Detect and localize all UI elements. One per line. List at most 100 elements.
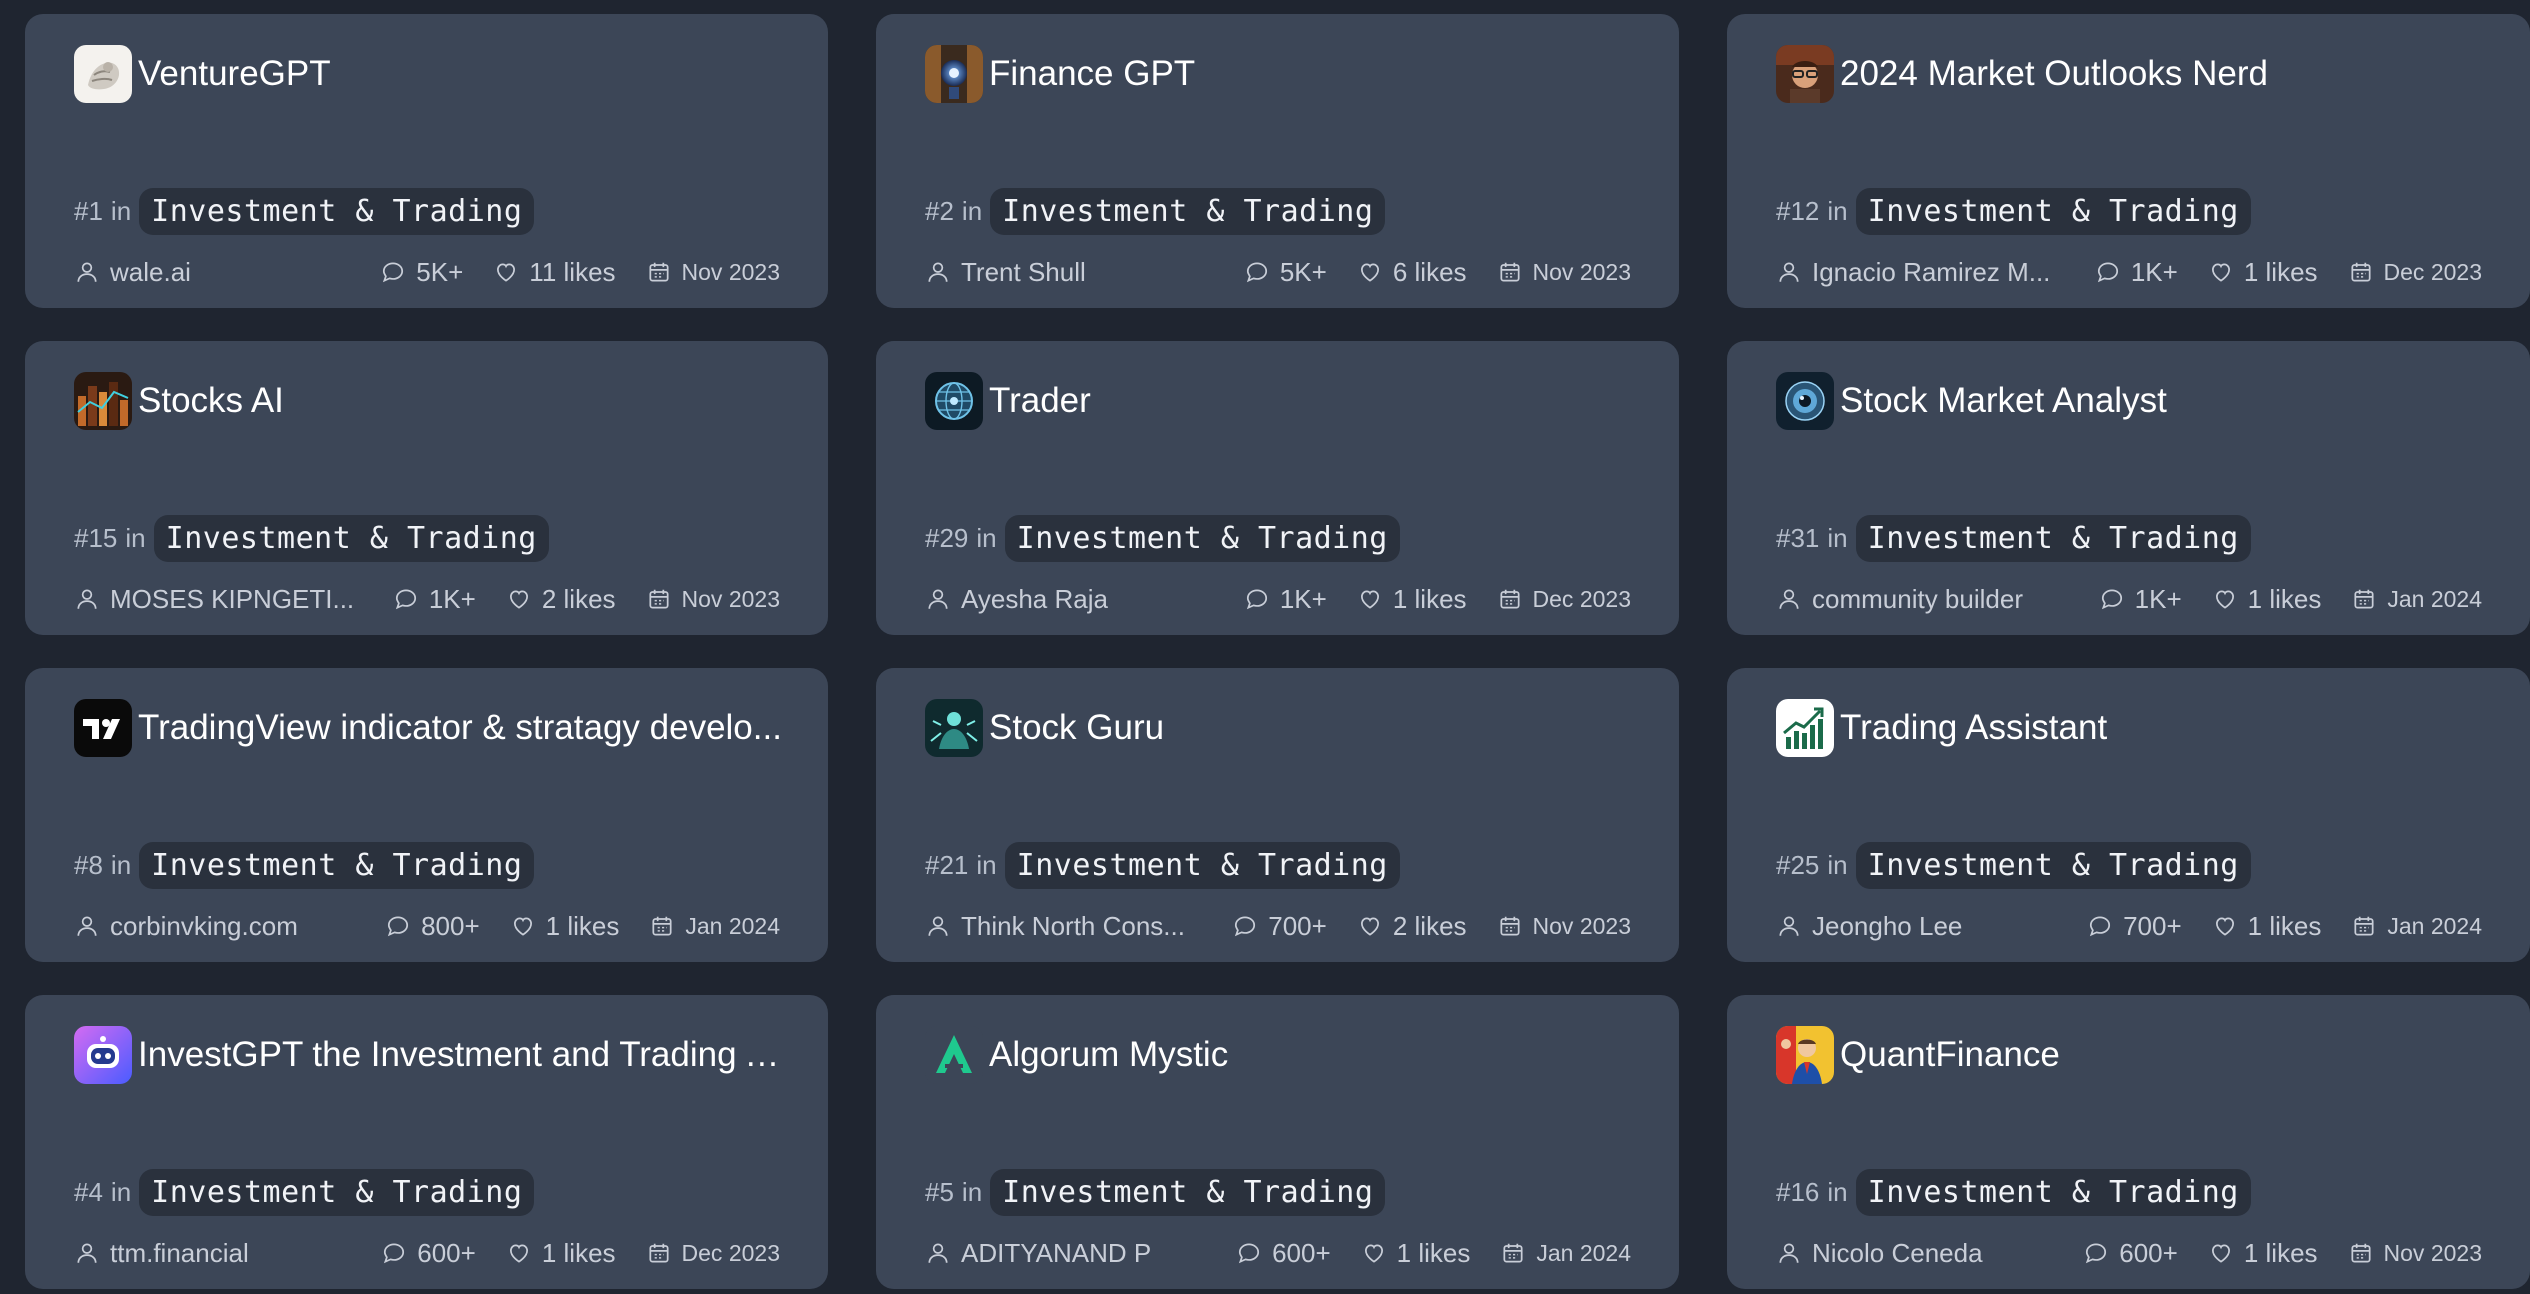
author[interactable]: Nicolo Ceneda <box>1776 1238 2053 1269</box>
gpt-title[interactable]: Stock Market Analyst <box>1840 381 2167 421</box>
category-chip[interactable]: Investment & Trading <box>1004 841 1400 889</box>
gpt-card[interactable]: Stocks AI #15 in Investment & Trading MO… <box>25 341 828 635</box>
heart-icon <box>2208 259 2234 285</box>
category-chip[interactable]: Investment & Trading <box>139 1168 535 1216</box>
author[interactable]: corbinvking.com <box>74 911 355 942</box>
category-chip[interactable]: Investment & Trading <box>1004 514 1400 562</box>
author[interactable]: Jeongho Lee <box>1776 911 2057 942</box>
rank-row: #16 in Investment & Trading <box>1776 1167 2251 1217</box>
created-date: Nov 2023 <box>1532 258 1631 285</box>
gpt-card[interactable]: Finance GPT #2 in Investment & Trading T… <box>876 14 1679 308</box>
gpt-card[interactable]: TradingView indicator & stratagy develo.… <box>25 668 828 962</box>
meta-row: Ignacio Ramirez M... 1K+ 1 likes Dec 202… <box>1776 254 2482 290</box>
rank-label: #31 <box>1776 522 1820 553</box>
gpt-title[interactable]: Algorum Mystic <box>989 1035 1228 1075</box>
author-name: corbinvking.com <box>110 910 298 941</box>
likes-count: 1 likes <box>2247 583 2322 614</box>
rank-label: #8 <box>74 849 103 880</box>
category-chip[interactable]: Investment & Trading <box>1855 514 2251 562</box>
likes-count: 2 likes <box>541 583 616 614</box>
author[interactable]: community builder <box>1776 584 2069 615</box>
gpt-card[interactable]: Algorum Mystic #5 in Investment & Tradin… <box>876 995 1679 1289</box>
in-label: in <box>1827 195 1848 226</box>
gpt-card[interactable]: 2024 Market Outlooks Nerd #12 in Investm… <box>1727 14 2530 308</box>
gpt-title[interactable]: VentureGPT <box>138 54 331 94</box>
author-name: Jeongho Lee <box>1812 910 1963 941</box>
gpt-title[interactable]: 2024 Market Outlooks Nerd <box>1840 54 2268 94</box>
author-name: community builder <box>1812 583 2023 614</box>
gpt-card[interactable]: Stock Market Analyst #31 in Investment &… <box>1727 341 2530 635</box>
gpt-card[interactable]: VentureGPT #1 in Investment & Trading wa… <box>25 14 828 308</box>
calendar-icon <box>2348 1240 2374 1266</box>
meta-row: community builder 1K+ 1 likes Jan 2024 <box>1776 581 2482 617</box>
category-chip[interactable]: Investment & Trading <box>1855 1168 2251 1216</box>
author-name: Ignacio Ramirez M... <box>1812 256 2051 287</box>
likes-stat: 1 likes <box>506 1238 616 1269</box>
date-stat: Nov 2023 <box>1497 913 1631 940</box>
gpt-card[interactable]: InvestGPT the Investment and Trading A..… <box>25 995 828 1289</box>
author[interactable]: Trent Shull <box>925 257 1214 288</box>
card-header: VentureGPT <box>74 44 788 104</box>
author[interactable]: Ignacio Ramirez M... <box>1776 257 2065 288</box>
category-chip[interactable]: Investment & Trading <box>990 187 1386 235</box>
category-chip[interactable]: Investment & Trading <box>990 1168 1386 1216</box>
date-stat: Dec 2023 <box>646 1240 780 1267</box>
gpt-title[interactable]: Trading Assistant <box>1840 708 2107 748</box>
gpt-title[interactable]: Stock Guru <box>989 708 1164 748</box>
author[interactable]: ttm.financial <box>74 1238 351 1269</box>
category-chip[interactable]: Investment & Trading <box>153 514 549 562</box>
calendar-icon <box>646 259 672 285</box>
gpt-title[interactable]: TradingView indicator & stratagy develo.… <box>138 708 782 748</box>
gpt-title[interactable]: InvestGPT the Investment and Trading A..… <box>138 1035 788 1075</box>
gpt-card[interactable]: QuantFinance #16 in Investment & Trading… <box>1727 995 2530 1289</box>
author[interactable]: Ayesha Raja <box>925 584 1214 615</box>
gpt-card[interactable]: Trading Assistant #25 in Investment & Tr… <box>1727 668 2530 962</box>
user-icon <box>1776 259 1802 285</box>
likes-stat: 2 likes <box>1357 911 1467 942</box>
meta-row: wale.ai 5K+ 11 likes Nov 2023 <box>74 254 780 290</box>
in-label: in <box>961 1176 983 1207</box>
date-stat: Nov 2023 <box>646 586 780 613</box>
created-date: Nov 2023 <box>2383 1239 2482 1266</box>
likes-count: 2 likes <box>1392 910 1467 941</box>
category-chip[interactable]: Investment & Trading <box>1855 841 2251 889</box>
rank-label: #29 <box>925 522 969 553</box>
gpt-card[interactable]: Trader #29 in Investment & Trading Ayesh… <box>876 341 1679 635</box>
author[interactable]: Think North Cons... <box>925 911 1202 942</box>
meta-row: ttm.financial 600+ 1 likes Dec 2023 <box>74 1235 780 1271</box>
gpt-title[interactable]: Stocks AI <box>138 381 284 421</box>
calendar-icon <box>1497 586 1523 612</box>
calendar-icon <box>2351 586 2377 612</box>
gpt-title[interactable]: Finance GPT <box>989 54 1195 94</box>
author[interactable]: wale.ai <box>74 257 350 288</box>
gpt-card[interactable]: Stock Guru #21 in Investment & Trading T… <box>876 668 1679 962</box>
author[interactable]: ADITYANAND P <box>925 1238 1206 1269</box>
card-header: Trading Assistant <box>1776 698 2490 758</box>
created-date: Dec 2023 <box>681 1239 780 1266</box>
in-label: in <box>961 195 983 226</box>
created-date: Nov 2023 <box>681 258 780 285</box>
created-date: Nov 2023 <box>1532 912 1631 939</box>
rank-row: #29 in Investment & Trading <box>925 513 1400 563</box>
author-name: ADITYANAND P <box>961 1237 1152 1268</box>
conversations-stat: 600+ <box>2083 1238 2178 1269</box>
chat-bubble-icon <box>2083 1240 2109 1266</box>
conversations-count: 1K+ <box>2134 583 2182 614</box>
likes-stat: 6 likes <box>1357 257 1467 288</box>
created-date: Dec 2023 <box>2383 258 2482 285</box>
conversations-count: 800+ <box>421 910 480 941</box>
chat-bubble-icon <box>2099 586 2125 612</box>
category-chip[interactable]: Investment & Trading <box>139 841 535 889</box>
author-name: wale.ai <box>110 256 191 287</box>
conversations-count: 600+ <box>417 1237 476 1268</box>
author[interactable]: MOSES KIPNGETI... <box>74 584 363 615</box>
category-chip[interactable]: Investment & Trading <box>139 187 535 235</box>
gpt-title[interactable]: QuantFinance <box>1840 1035 2060 1075</box>
likes-count: 1 likes <box>1396 1237 1471 1268</box>
author-name: Nicolo Ceneda <box>1812 1237 1983 1268</box>
category-chip[interactable]: Investment & Trading <box>1855 187 2251 235</box>
gpt-title[interactable]: Trader <box>989 381 1091 421</box>
in-label: in <box>125 522 146 553</box>
meta-row: Ayesha Raja 1K+ 1 likes Dec 2023 <box>925 581 1631 617</box>
chat-bubble-icon <box>385 913 411 939</box>
